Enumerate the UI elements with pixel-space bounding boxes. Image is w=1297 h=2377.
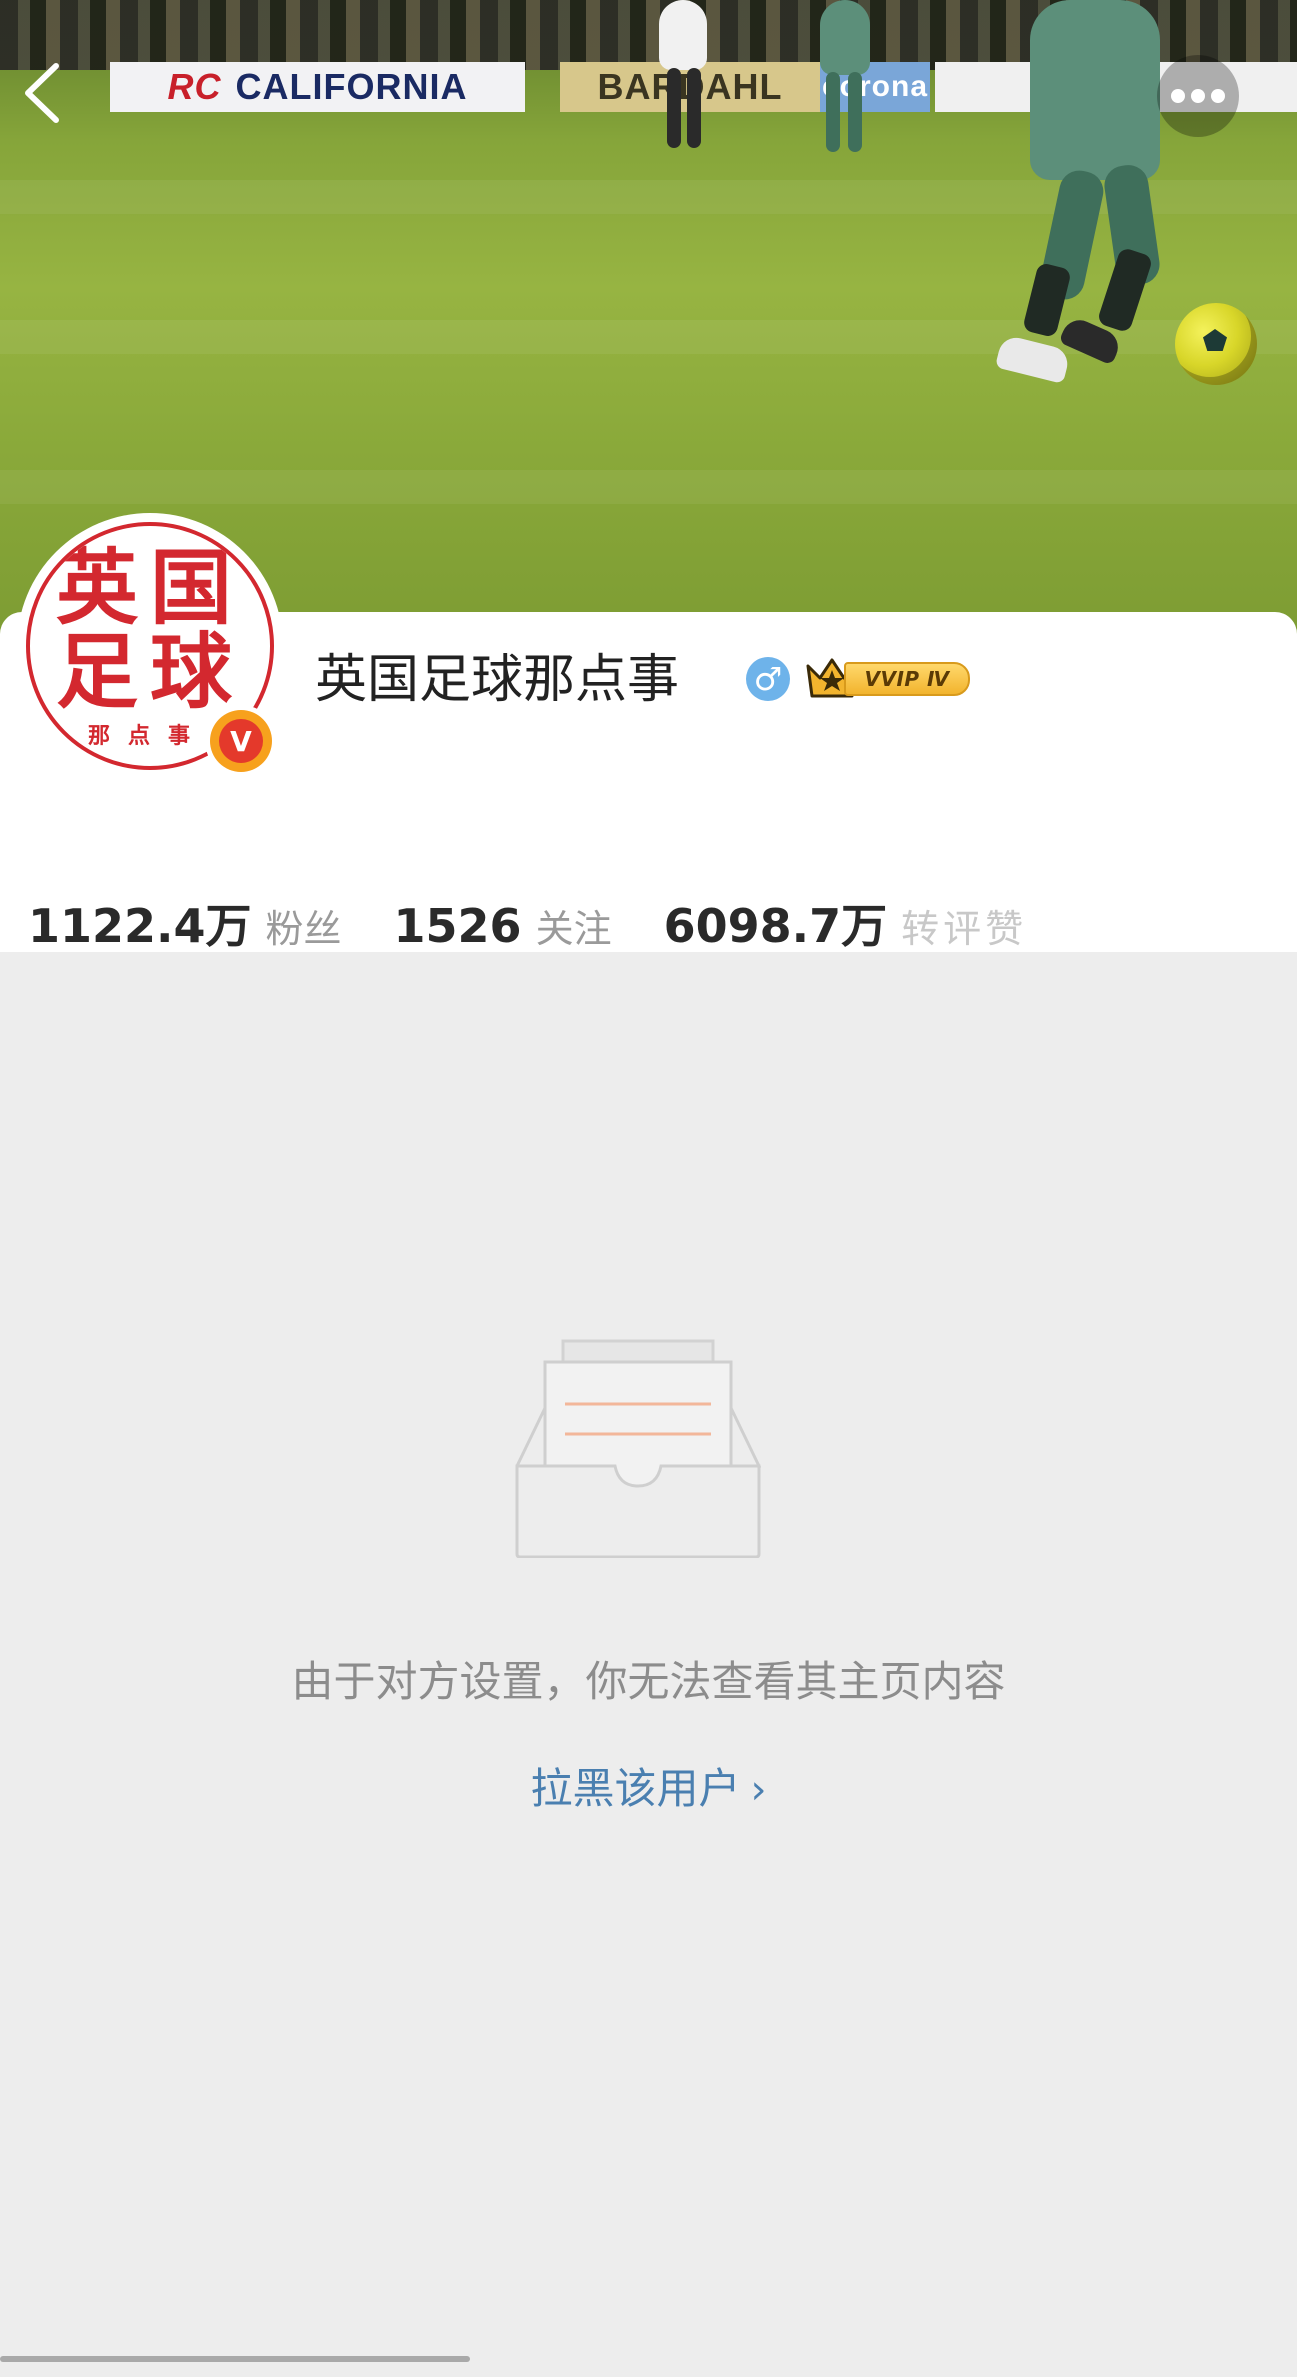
back-button[interactable] [18,58,72,128]
chevron-right-icon: › [750,1767,767,1813]
avatar-logo-subtitle: 那点事 [88,724,209,749]
following-label: 关注 [535,907,612,951]
following-count: 1526 [393,899,522,953]
interactions-stat[interactable]: 6098.7万 转评赞 [664,890,1028,956]
verified-letter: V [219,719,263,763]
pitch-stripe [0,470,1297,504]
ad-board-california: RC CALIFORNIA [110,62,525,112]
vip-level-label: VVIP Ⅳ [844,662,970,696]
followers-stat[interactable]: 1122.4万 粉丝 [28,890,342,956]
soccer-ball [1175,303,1257,385]
profile-name: 英国足球那点事 [315,650,680,710]
vip-badge[interactable]: VVIP Ⅳ [804,654,976,702]
avatar-logo-char: 国 [150,541,233,636]
followers-count: 1122.4万 [28,899,252,953]
interactions-count: 6098.7万 [663,899,888,953]
block-user-label: 拉黑该用户 [530,1764,741,1813]
following-stat[interactable]: 1526 关注 [394,898,612,953]
block-user-link[interactable]: 拉黑该用户 › [0,1755,1297,1816]
empty-inbox-icon [515,1339,761,1558]
male-gender-icon: ♂ [746,657,790,701]
ellipsis-icon [1171,89,1225,103]
chevron-left-icon [25,63,59,123]
more-options-button[interactable] [1157,55,1239,137]
avatar-logo-char: 球 [150,625,233,720]
avatar-logo-char: 英 [56,541,139,636]
verified-badge-icon: V [210,710,272,772]
empty-state-message: 由于对方设置，你无法查看其主页内容 [291,1657,1006,1706]
profile-stats: 1122.4万 粉丝 1526 关注 6098.7万 转评赞 [28,890,1079,956]
avatar-logo-char: 足 [56,625,139,720]
gender-symbol: ♂ [753,660,783,698]
home-indicator [0,2356,470,2362]
interactions-label: 转评赞 [901,907,1028,951]
followers-label: 粉丝 [265,907,342,951]
